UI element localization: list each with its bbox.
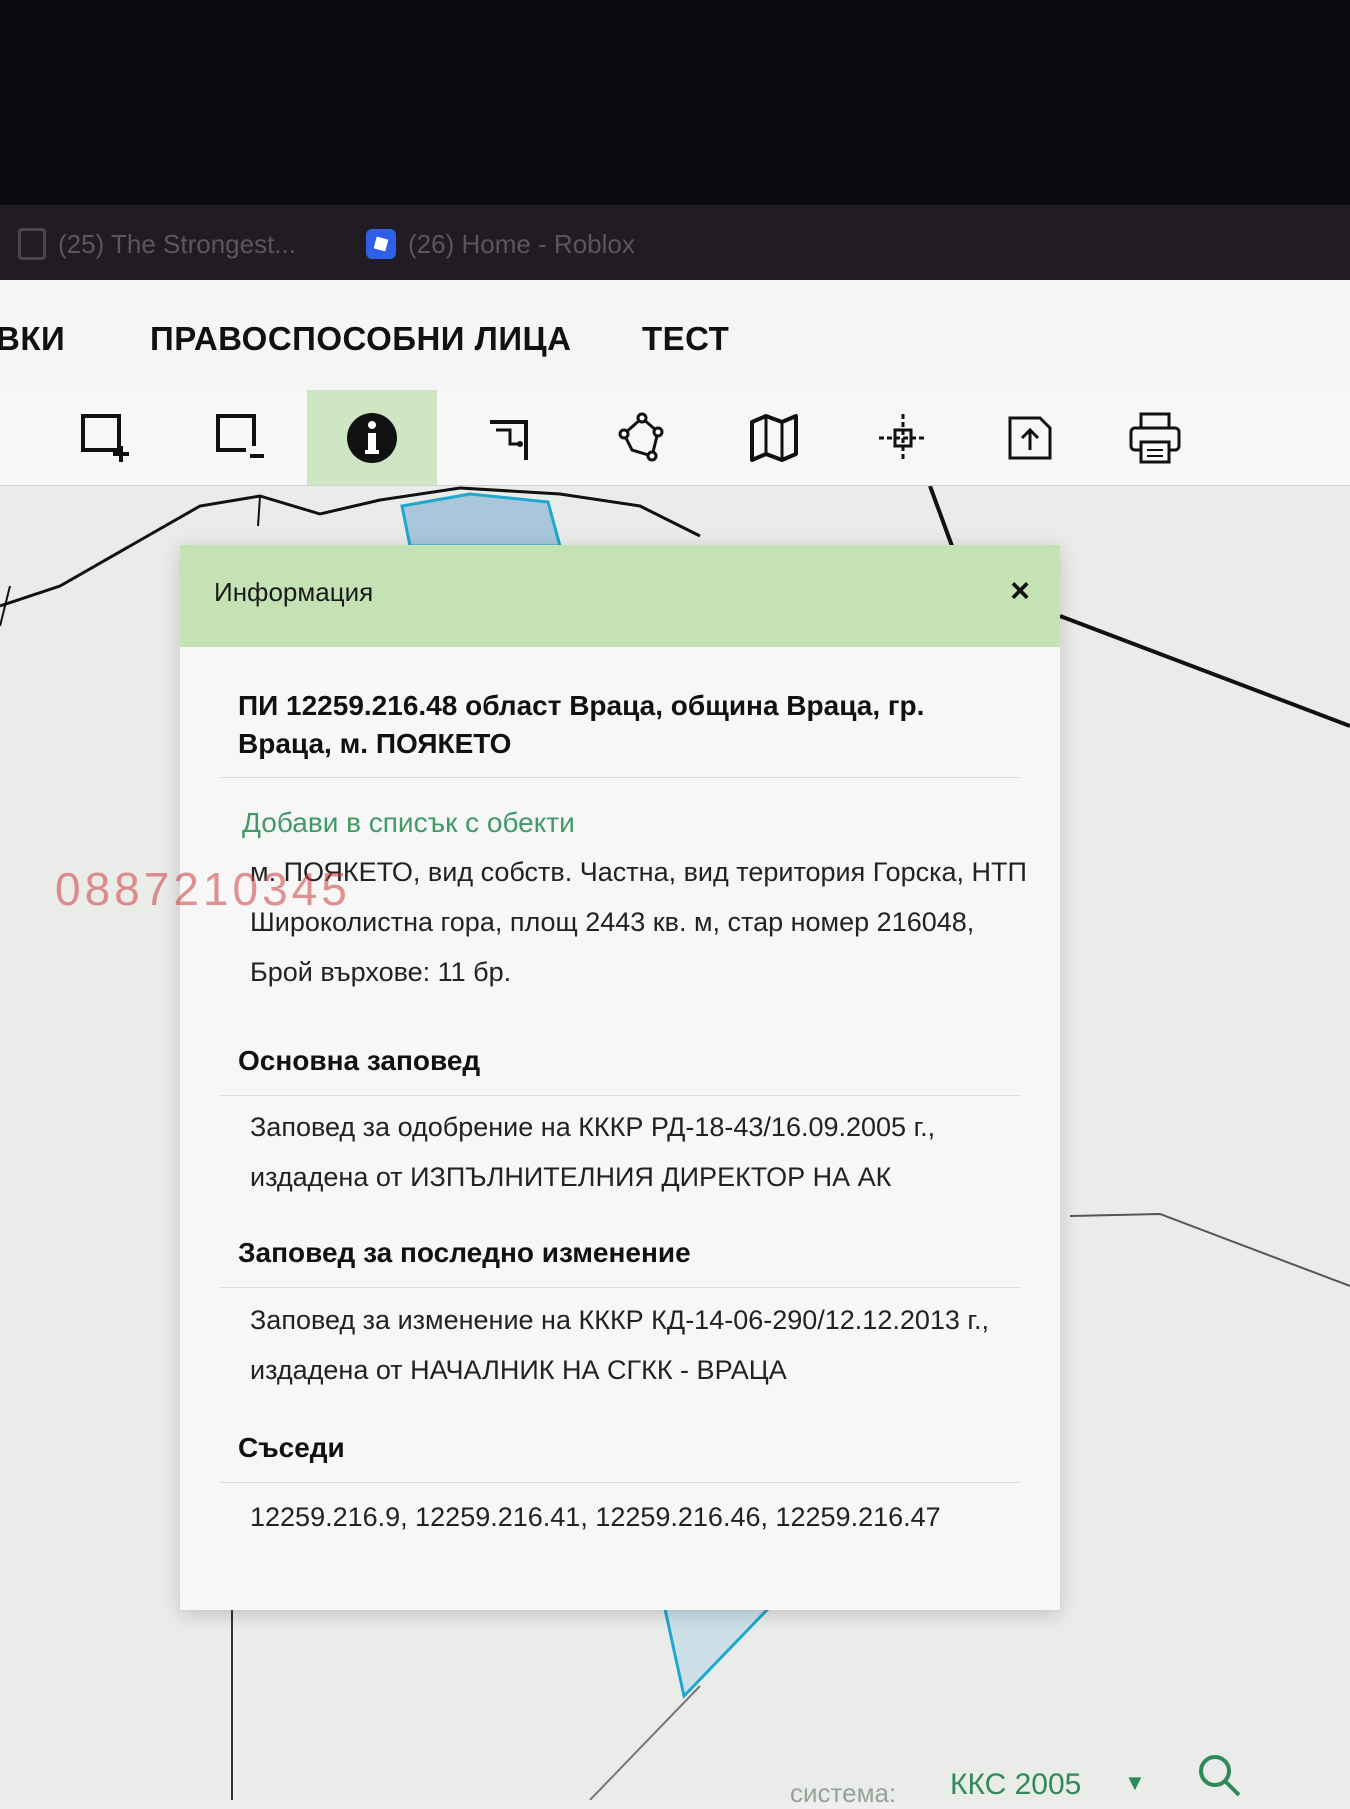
- main-order-text: Заповед за одобрение на КККР РД-18-43/16…: [250, 1112, 936, 1192]
- phone-watermark: 0887210345: [55, 863, 351, 915]
- selected-parcel[interactable]: [400, 492, 562, 548]
- browser-tab-label: (25) The Strongest...: [58, 228, 296, 259]
- property-details: м. ПОЯКЕТО, вид собств. Частна, вид тери…: [250, 857, 1027, 987]
- coord-system-select[interactable]: ККС 2005: [950, 1768, 1081, 1802]
- measure-area-icon: [618, 412, 664, 461]
- parcel-boundary: [589, 1685, 701, 1801]
- coord-system-label: система:: [790, 1778, 897, 1808]
- add-selection-button[interactable]: [40, 390, 170, 485]
- measure-distance-icon: [490, 419, 528, 460]
- print-button[interactable]: [1090, 390, 1220, 485]
- map-layers-icon: [750, 413, 798, 462]
- divider: [220, 1287, 1020, 1288]
- parcel-boundary: [257, 495, 261, 527]
- parcel-boundary: [928, 485, 954, 547]
- divider: [220, 1482, 1020, 1483]
- measure-distance-button[interactable]: [445, 390, 575, 485]
- coordinates-button[interactable]: [838, 390, 968, 485]
- neighbors-text: 12259.216.9, 12259.216.41, 12259.216.46,…: [250, 1502, 941, 1532]
- divider: [220, 1095, 1020, 1096]
- add-to-list-link[interactable]: Добави в списък с обекти: [242, 807, 575, 839]
- neighbors-title: Съседи: [238, 1432, 345, 1463]
- info-icon: [347, 412, 397, 463]
- search-icon[interactable]: [1196, 1752, 1242, 1798]
- browser-tab-label: (26) Home - Roblox: [408, 228, 635, 259]
- main-nav: ВКИ ПРАВОСПОСОБНИ ЛИЦА ТЕСТ: [0, 280, 1350, 391]
- export-icon: [1008, 416, 1052, 459]
- roblox-icon: [366, 229, 396, 259]
- coordinates-icon: [879, 413, 927, 462]
- info-tool-button[interactable]: [307, 390, 437, 485]
- nav-item-licensed-persons[interactable]: ПРАВОСПОСОБНИ ЛИЦА: [150, 320, 571, 358]
- remove-selection-button[interactable]: [175, 390, 305, 485]
- info-popup: Информация × ПИ 12259.216.48 област Врац…: [180, 545, 1060, 1610]
- export-button[interactable]: [965, 390, 1095, 485]
- close-button[interactable]: ×: [1000, 571, 1040, 611]
- property-heading: ПИ 12259.216.48 област Враца, община Вра…: [238, 690, 925, 759]
- measure-area-button[interactable]: [577, 390, 707, 485]
- map-layers-button[interactable]: [709, 390, 839, 485]
- main-order-title: Основна заповед: [238, 1045, 481, 1076]
- browser-tab-2[interactable]: (26) Home - Roblox: [366, 222, 635, 266]
- popup-header: Информация ×: [180, 545, 1060, 647]
- chevron-down-icon[interactable]: ▼: [1124, 1770, 1146, 1796]
- divider: [220, 777, 1020, 778]
- add-selection-icon: [81, 413, 129, 462]
- browser-tab-1[interactable]: (25) The Strongest...: [18, 222, 296, 266]
- nav-item-vki[interactable]: ВКИ: [0, 320, 65, 358]
- last-change-text: Заповед за изменение на КККР КД-14-06-29…: [250, 1305, 989, 1385]
- last-change-title: Заповед за последно изменение: [238, 1237, 691, 1268]
- popup-title: Информация: [214, 577, 374, 607]
- page-icon: [18, 228, 46, 260]
- print-icon: [1129, 412, 1181, 463]
- nav-item-test[interactable]: ТЕСТ: [642, 320, 729, 358]
- parcel-boundary: [1059, 614, 1350, 728]
- remove-selection-icon: [216, 413, 264, 458]
- map-toolbar: [0, 390, 1350, 486]
- parcel-boundary: [1069, 1212, 1350, 1287]
